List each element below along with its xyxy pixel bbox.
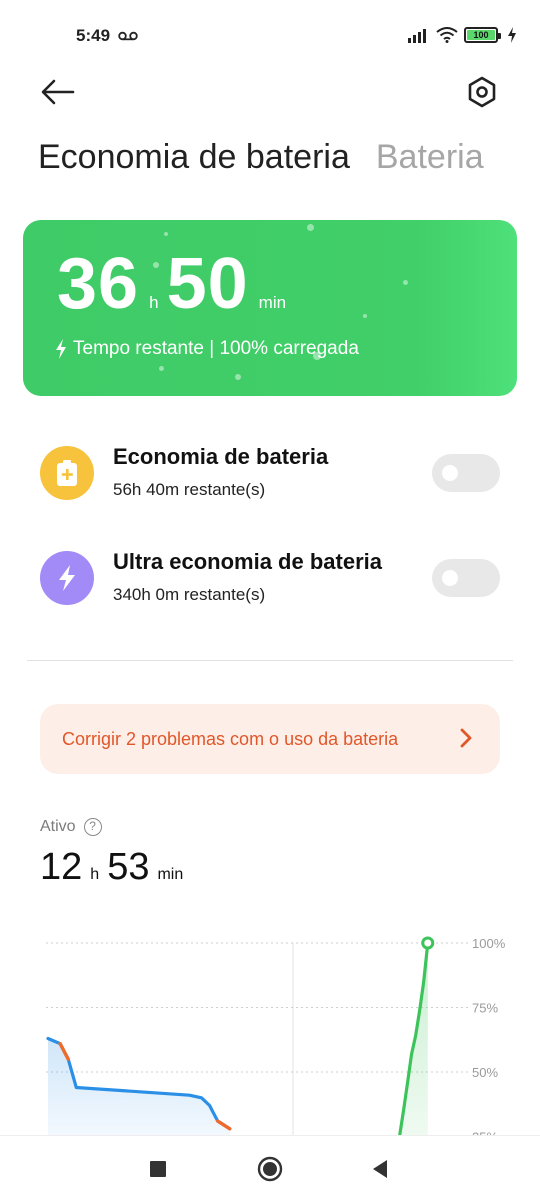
active-hours: 12 bbox=[40, 846, 83, 888]
ultra-battery-saver-subtitle: 340h 0m restante(s) bbox=[113, 585, 266, 604]
battery-saver-title: Economia de bateria bbox=[113, 444, 329, 469]
remaining-minutes: 50 bbox=[166, 244, 249, 324]
remaining-time: 36 h 50 min bbox=[57, 248, 294, 320]
tab-bateria[interactable]: Bateria bbox=[376, 138, 484, 177]
toggle-knob bbox=[442, 465, 458, 481]
active-minutes-unit: min bbox=[157, 866, 184, 883]
help-icon[interactable]: ? bbox=[83, 818, 102, 836]
charging-bolt-icon bbox=[508, 27, 516, 43]
recents-button[interactable] bbox=[128, 1136, 188, 1200]
battery-saver-subtitle: 56h 40m restante(s) bbox=[113, 480, 266, 499]
battery-indicator: 100 bbox=[464, 27, 501, 43]
nav-back-button[interactable] bbox=[350, 1136, 410, 1200]
current-level-marker bbox=[421, 936, 435, 950]
remaining-hours-unit: h bbox=[149, 293, 159, 312]
circle-icon bbox=[257, 1156, 283, 1181]
toggle-knob bbox=[442, 570, 458, 586]
active-minutes: 53 bbox=[107, 846, 150, 888]
voicemail-icon bbox=[118, 31, 138, 41]
divider bbox=[27, 660, 513, 661]
ultra-battery-saver-title: Ultra economia de bateria bbox=[113, 549, 382, 574]
triangle-back-icon bbox=[373, 1159, 387, 1178]
fix-problems-text: Corrigir 2 problemas com o uso da bateri… bbox=[62, 728, 399, 749]
battery-saver-toggle[interactable] bbox=[432, 454, 500, 492]
y-tick-label: 75% bbox=[472, 1001, 498, 1016]
lightning-icon bbox=[40, 551, 94, 605]
back-arrow-icon[interactable] bbox=[40, 76, 76, 108]
tab-economia-de-bateria[interactable]: Economia de bateria bbox=[38, 138, 350, 177]
status-icons: 100 bbox=[408, 24, 516, 46]
status-time: 5:49 bbox=[76, 26, 111, 45]
y-tick-label: 50% bbox=[472, 1065, 498, 1080]
remaining-minutes-unit: min bbox=[258, 293, 287, 312]
active-label-row: Ativo ? bbox=[40, 818, 102, 836]
ultra-battery-saver-toggle[interactable] bbox=[432, 559, 500, 597]
ultra-battery-saver-row[interactable]: Ultra economia de bateria 340h 0m restan… bbox=[40, 543, 500, 613]
battery-plus-icon bbox=[40, 446, 94, 500]
active-label: Ativo bbox=[40, 818, 76, 835]
tab-bar: Economia de bateria Bateria bbox=[38, 138, 484, 177]
chevron-right-icon bbox=[460, 728, 472, 748]
home-button[interactable] bbox=[240, 1136, 300, 1200]
remaining-subtitle: Tempo restante | 100% carregada bbox=[73, 338, 359, 359]
settings-icon[interactable] bbox=[464, 74, 500, 110]
lightning-icon bbox=[56, 339, 66, 359]
battery-level-chart: 100%75%50%25% bbox=[46, 936, 506, 1135]
battery-level: 100 bbox=[467, 30, 495, 40]
remaining-subtitle-row: Tempo restante | 100% carregada bbox=[55, 338, 359, 360]
wifi-icon bbox=[436, 27, 458, 43]
square-icon bbox=[150, 1160, 166, 1177]
signal-icon bbox=[408, 29, 426, 43]
remaining-time-card: 36 h 50 min Tempo restante | 100% carreg… bbox=[23, 220, 517, 396]
y-tick-label: 100% bbox=[472, 936, 506, 951]
active-hours-unit: h bbox=[90, 866, 100, 883]
active-time: 12 h 53 min bbox=[40, 846, 191, 889]
navigation-bar bbox=[0, 1135, 540, 1200]
status-bar: 5:49 100 bbox=[0, 0, 540, 70]
battery-saver-row[interactable]: Economia de bateria 56h 40m restante(s) bbox=[40, 438, 500, 508]
remaining-hours: 36 bbox=[57, 244, 140, 324]
fix-problems-banner[interactable]: Corrigir 2 problemas com o uso da bateri… bbox=[40, 704, 500, 774]
